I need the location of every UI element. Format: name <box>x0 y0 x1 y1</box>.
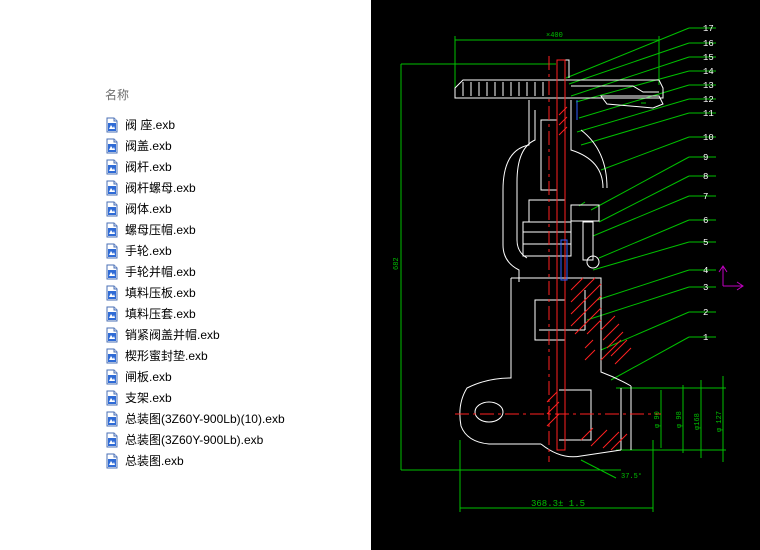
list-item[interactable]: 阀盖.exb <box>104 135 285 156</box>
list-item[interactable]: 阀杆螺母.exb <box>104 177 285 198</box>
part-number-label: 17 <box>703 24 714 34</box>
part-number-label: 13 <box>703 81 714 91</box>
part-number-label: 14 <box>703 67 714 77</box>
dim-height-label: 682 <box>393 257 401 270</box>
file-name-label: 阀体.exb <box>125 202 172 216</box>
document-icon <box>104 390 120 406</box>
document-icon <box>104 348 120 364</box>
document-icon <box>104 369 120 385</box>
document-icon <box>104 411 120 427</box>
file-name-label: 螺母压帽.exb <box>125 223 196 237</box>
part-number-label: 15 <box>703 53 714 63</box>
list-item[interactable]: 手轮并帽.exb <box>104 261 285 282</box>
file-name-label: 手轮并帽.exb <box>125 265 196 279</box>
file-name-label: 楔形蜜封垫.exb <box>125 349 208 363</box>
part-number-label: 16 <box>703 39 714 49</box>
dim-bottom-label: 368.3± 1.5 <box>531 499 585 509</box>
list-item[interactable]: 填料压套.exb <box>104 303 285 324</box>
file-list-pane: 名称 阀 座.exb 阀盖.exb 阀杆.exb 阀杆螺母.exb 阀体.exb 螺母压帽… <box>0 0 371 550</box>
list-item[interactable]: 支架.exb <box>104 387 285 408</box>
part-number-label: 8 <box>703 172 708 182</box>
part-number-label: 3 <box>703 283 708 293</box>
document-icon <box>104 222 120 238</box>
document-icon <box>104 117 120 133</box>
dim-d2-label: φ 98 <box>676 411 684 428</box>
dim-top-label: ×400 <box>546 32 563 40</box>
list-item[interactable]: 总装图(3Z60Y-900Lb).exb <box>104 429 285 450</box>
list-item[interactable]: 楔形蜜封垫.exb <box>104 345 285 366</box>
list-item[interactable]: 阀 座.exb <box>104 114 285 135</box>
list-item[interactable]: 总装图.exb <box>104 450 285 471</box>
file-name-label: 总装图(3Z60Y-900Lb)(10).exb <box>125 412 285 426</box>
document-icon <box>104 243 120 259</box>
dim-d3-label: φ168 <box>694 413 702 430</box>
document-icon <box>104 432 120 448</box>
file-name-label: 销紧阀盖并帽.exb <box>125 328 220 342</box>
valve-body <box>459 277 632 458</box>
dimension-lines <box>400 27 726 512</box>
file-name-label: 阀杆螺母.exb <box>125 181 196 195</box>
name-column-header[interactable]: 名称 <box>105 86 129 103</box>
document-icon <box>104 285 120 301</box>
document-icon <box>104 180 120 196</box>
handwheel <box>454 59 664 109</box>
dim-angle-label: 37.5° <box>621 472 642 481</box>
part-number-label: 12 <box>703 95 714 105</box>
file-name-label: 总装图(3Z60Y-900Lb).exb <box>125 433 264 447</box>
document-icon <box>104 159 120 175</box>
detail-lines <box>560 100 578 281</box>
file-name-label: 填料压板.exb <box>125 286 196 300</box>
part-number-label: 9 <box>703 153 708 163</box>
file-name-label: 闸板.exb <box>125 370 172 384</box>
list-item[interactable]: 螺母压帽.exb <box>104 219 285 240</box>
part-number-label: 1 <box>703 333 708 343</box>
part-number-labels: 17 16 15 14 13 12 11 10 9 8 7 6 5 4 3 2 1 <box>703 24 714 343</box>
ucs-axis-icon <box>718 265 744 291</box>
list-item[interactable]: 手轮.exb <box>104 240 285 261</box>
file-name-label: 填料压套.exb <box>125 307 196 321</box>
document-icon <box>104 327 120 343</box>
list-item[interactable]: 阀体.exb <box>104 198 285 219</box>
part-number-label: 5 <box>703 238 708 248</box>
document-icon <box>104 201 120 217</box>
document-icon <box>104 453 120 469</box>
document-icon <box>104 138 120 154</box>
file-name-label: 总装图.exb <box>125 454 184 468</box>
file-list: 阀 座.exb 阀盖.exb 阀杆.exb 阀杆螺母.exb 阀体.exb 螺母压帽.ex… <box>104 114 285 471</box>
file-name-label: 支架.exb <box>125 391 172 405</box>
list-item[interactable]: 闸板.exb <box>104 366 285 387</box>
document-icon <box>104 264 120 280</box>
list-item[interactable]: 总装图(3Z60Y-900Lb)(10).exb <box>104 408 285 429</box>
part-number-label: 10 <box>703 133 714 143</box>
part-number-label: 6 <box>703 216 708 226</box>
part-number-label: 7 <box>703 192 708 202</box>
drawing-preview-pane: ×400 682 368.3± 1.5 37.5° φ 90 φ 98 φ168… <box>371 0 760 550</box>
list-item[interactable]: 阀杆.exb <box>104 156 285 177</box>
part-number-label: 11 <box>703 109 714 119</box>
list-item[interactable]: 填料压板.exb <box>104 282 285 303</box>
valve-assembly-drawing: ×400 682 368.3± 1.5 37.5° φ 90 φ 98 φ168… <box>393 24 744 512</box>
dim-d4-label: φ 127 <box>716 411 724 432</box>
part-number-label: 4 <box>703 266 708 276</box>
file-name-label: 手轮.exb <box>125 244 172 258</box>
list-item[interactable]: 销紧阀盖并帽.exb <box>104 324 285 345</box>
part-number-label: 2 <box>703 308 708 318</box>
file-name-label: 阀杆.exb <box>125 160 172 174</box>
document-icon <box>104 306 120 322</box>
file-name-label: 阀 座.exb <box>125 118 176 132</box>
dim-d1-label: φ 90 <box>654 411 662 428</box>
file-name-label: 阀盖.exb <box>125 139 172 153</box>
